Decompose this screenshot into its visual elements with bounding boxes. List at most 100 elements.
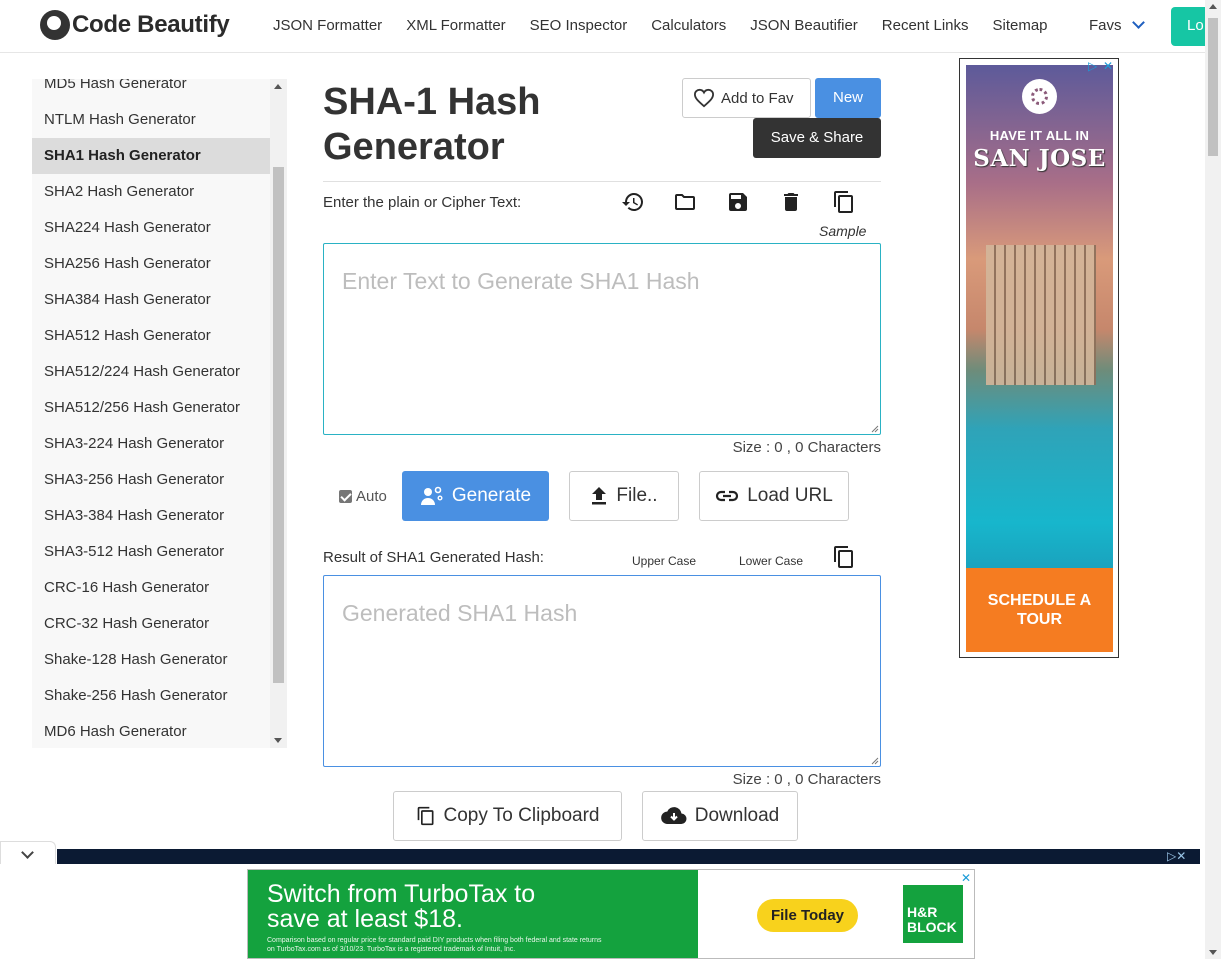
cloud-download-icon [660, 807, 687, 825]
site-logo[interactable]: Code Beautify [40, 10, 230, 40]
ad-close-icon[interactable]: ✕ [961, 871, 971, 885]
resize-handle-icon[interactable] [869, 423, 879, 433]
sample-link[interactable]: Sample [819, 223, 866, 239]
sidebar-item[interactable]: SHA384 Hash Generator [32, 282, 270, 318]
file-upload-button[interactable]: File.. [569, 471, 679, 521]
ad-controls-icon[interactable]: ▷✕ [1167, 849, 1186, 863]
nav-link-seo-inspector[interactable]: SEO Inspector [530, 17, 628, 34]
nav-link-calculators[interactable]: Calculators [651, 17, 726, 34]
file-today-button[interactable]: File Today [757, 899, 858, 932]
ad-building-graphic [986, 245, 1096, 385]
generate-icon [420, 486, 443, 505]
top-navbar: Code Beautify JSON Formatter XML Formatt… [0, 0, 1211, 53]
sidebar-item[interactable]: SHA1 Hash Generator [32, 138, 270, 174]
logo-text: Code Beautify [72, 11, 230, 38]
sidebar-item[interactable]: Shake-128 Hash Generator [32, 642, 270, 678]
resize-handle-icon[interactable] [869, 755, 879, 765]
heart-icon [693, 88, 715, 108]
folder-open-icon[interactable] [673, 190, 697, 214]
sidebar-scrollbar-thumb[interactable] [273, 167, 284, 683]
save-icon[interactable] [726, 190, 750, 214]
file-label: File.. [616, 485, 658, 506]
nav-link-recent-links[interactable]: Recent Links [882, 17, 969, 34]
sidebar: MD5 Hash Generator NTLM Hash Generator SHA… [32, 79, 287, 748]
nav-link-xml-formatter[interactable]: XML Formatter [406, 17, 505, 34]
sidebar-item[interactable]: SHA3-256 Hash Generator [32, 462, 270, 498]
sidebar-item[interactable]: SHA512/224 Hash Generator [32, 354, 270, 390]
new-button[interactable]: New [815, 78, 881, 118]
sidebar-item[interactable]: SHA2 Hash Generator [32, 174, 270, 210]
link-icon [716, 490, 739, 502]
copy-icon[interactable] [832, 190, 856, 214]
ad-banner-strip [57, 849, 1200, 864]
sidebar-item[interactable]: MD6 Hash Generator [32, 714, 270, 748]
output-textarea[interactable] [323, 575, 881, 767]
ad-info-icon[interactable]: ▷ [1088, 59, 1097, 73]
page-scrollbar[interactable] [1205, 0, 1221, 959]
sidebar-item[interactable]: SHA512 Hash Generator [32, 318, 270, 354]
add-to-fav-button[interactable]: Add to Fav [682, 78, 811, 118]
download-button[interactable]: Download [642, 791, 798, 841]
favs-dropdown[interactable]: Favs [1089, 16, 1145, 34]
upload-icon [592, 487, 607, 505]
history-icon[interactable] [621, 190, 645, 214]
sidebar-list: MD5 Hash Generator NTLM Hash Generator SHA… [32, 79, 270, 748]
load-url-button[interactable]: Load URL [699, 471, 849, 521]
delete-icon[interactable] [779, 190, 803, 214]
load-url-label: Load URL [747, 485, 833, 506]
ad-cta-button[interactable]: SCHEDULE A TOUR [966, 568, 1113, 652]
nav-link-sitemap[interactable]: Sitemap [993, 17, 1048, 34]
auto-checkbox[interactable]: Auto [339, 488, 387, 505]
sidebar-ad[interactable]: HAVE IT ALL IN SAN JOSE SCHEDULE A TOUR … [959, 58, 1119, 658]
sidebar-item[interactable]: SHA3-512 Hash Generator [32, 534, 270, 570]
sidebar-item[interactable]: SHA224 Hash Generator [32, 210, 270, 246]
sidebar-item[interactable]: MD5 Hash Generator [32, 79, 270, 102]
chevron-down-icon [1131, 16, 1145, 29]
sidebar-item[interactable]: Shake-256 Hash Generator [32, 678, 270, 714]
sidebar-scrollbar[interactable] [270, 79, 287, 748]
bottom-ad-headline: Switch from TurboTax to save at least $1… [267, 880, 536, 933]
input-textarea[interactable] [323, 243, 881, 435]
download-label: Download [694, 805, 780, 826]
nav-link-json-beautifier[interactable]: JSON Beautifier [750, 17, 858, 34]
bottom-ad-fine-print: Comparison based on regular price for st… [267, 937, 602, 953]
ad-close-icon[interactable]: ✕ [1103, 59, 1113, 73]
save-share-button[interactable]: Save & Share [753, 118, 881, 158]
checkbox-checked-icon[interactable] [339, 490, 352, 503]
chevron-down-icon [21, 846, 34, 859]
scroll-down-arrow-icon[interactable] [274, 738, 282, 743]
sidebar-item[interactable]: NTLM Hash Generator [32, 102, 270, 138]
copy-to-clipboard-button[interactable]: Copy To Clipboard [393, 791, 622, 841]
copy-icon [417, 806, 434, 826]
logo-icon [40, 10, 70, 40]
upper-case-link[interactable]: Upper Case [632, 554, 696, 568]
hr-block-logo: H&R BLOCK [903, 885, 963, 943]
input-label: Enter the plain or Cipher Text: [323, 194, 522, 211]
copy-label: Copy To Clipboard [443, 805, 600, 826]
bottom-ad[interactable]: Switch from TurboTax to save at least $1… [247, 869, 975, 959]
copy-icon[interactable] [832, 545, 856, 569]
nav-link-json-formatter[interactable]: JSON Formatter [273, 17, 382, 34]
output-size-label: Size : 0 , 0 Characters [732, 771, 881, 788]
sidebar-item[interactable]: SHA256 Hash Generator [32, 246, 270, 282]
lower-case-link[interactable]: Lower Case [739, 554, 803, 568]
ad-city: SAN JOSE [973, 145, 1106, 172]
ad-image: HAVE IT ALL IN SAN JOSE SCHEDULE A TOUR [966, 65, 1113, 652]
divider [323, 181, 881, 182]
sidebar-item[interactable]: CRC-32 Hash Generator [32, 606, 270, 642]
nav-links: JSON Formatter XML Formatter SEO Inspect… [273, 17, 1072, 34]
favs-label: Favs [1089, 17, 1122, 34]
auto-label: Auto [356, 488, 387, 505]
sidebar-item[interactable]: SHA3-224 Hash Generator [32, 426, 270, 462]
scroll-down-arrow-icon[interactable] [1209, 950, 1217, 955]
generate-button[interactable]: Generate [402, 471, 549, 521]
scroll-up-arrow-icon[interactable] [274, 84, 282, 89]
page-scrollbar-thumb[interactable] [1208, 18, 1218, 156]
sidebar-item[interactable]: CRC-16 Hash Generator [32, 570, 270, 606]
scroll-up-arrow-icon[interactable] [1209, 4, 1217, 9]
ad-logo-icon [1022, 79, 1057, 114]
generate-label: Generate [451, 485, 532, 506]
page-title: SHA-1 Hash Generator [323, 81, 541, 168]
sidebar-item[interactable]: SHA3-384 Hash Generator [32, 498, 270, 534]
sidebar-item[interactable]: SHA512/256 Hash Generator [32, 390, 270, 426]
